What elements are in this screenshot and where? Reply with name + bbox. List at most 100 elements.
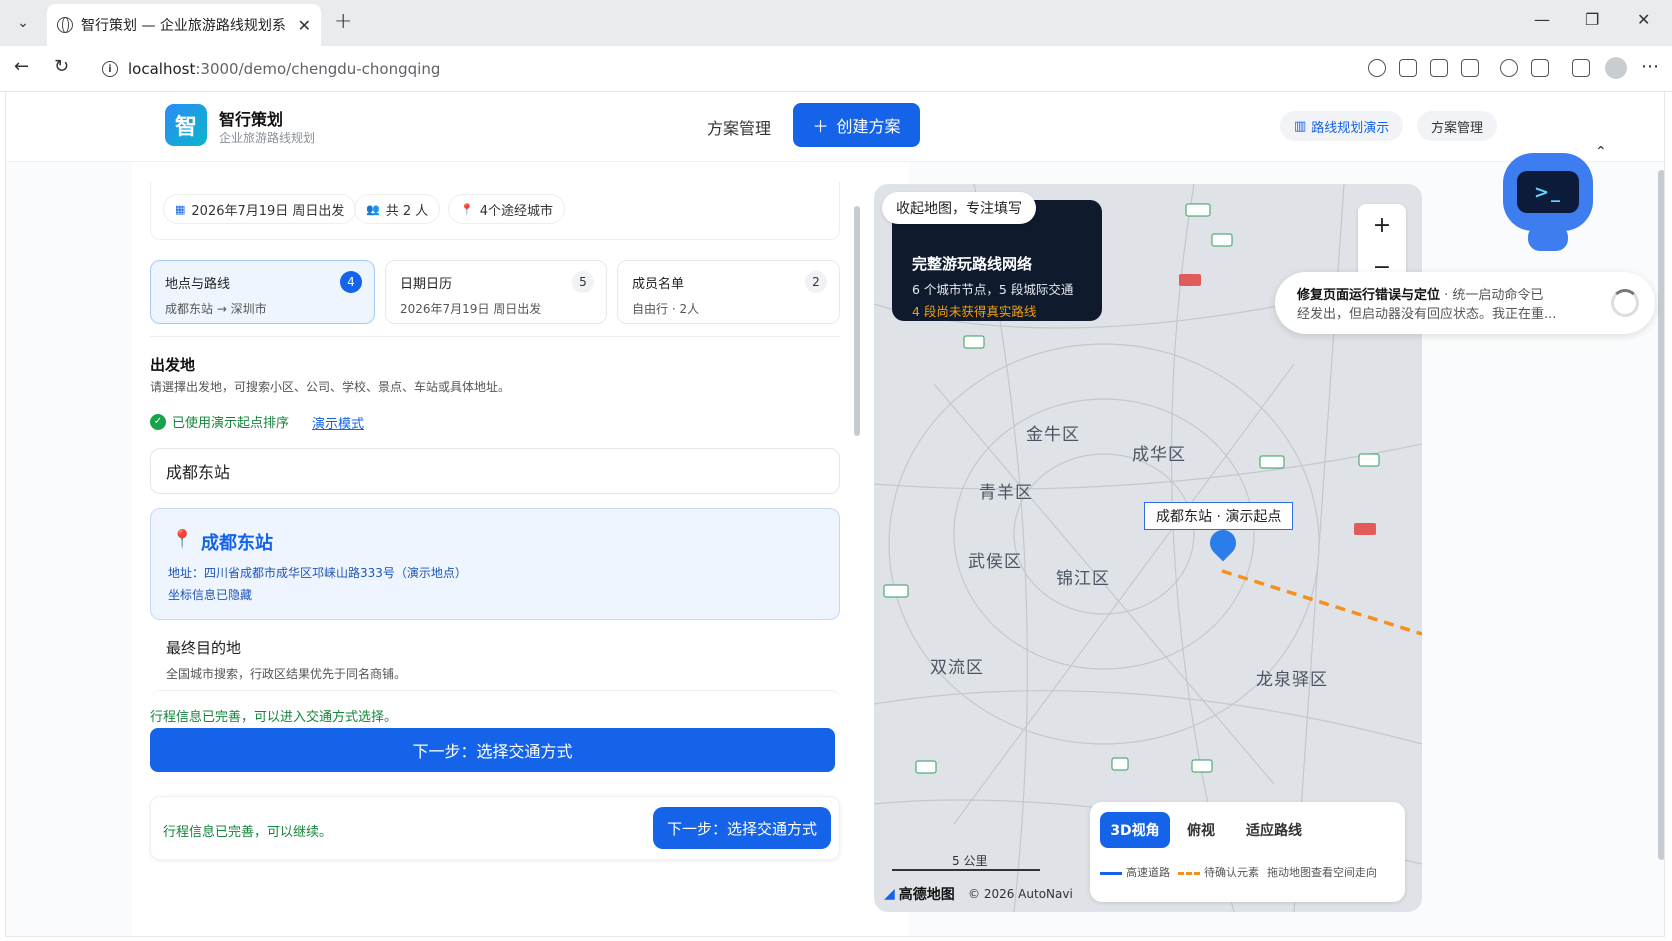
puzzle-icon[interactable] bbox=[1531, 59, 1549, 77]
legend-hint: 拖动地图查看空间走向 bbox=[1267, 866, 1377, 879]
location-icon[interactable] bbox=[1368, 59, 1386, 77]
date-chip[interactable]: ▦ 2026年7月19日 周日出发 bbox=[163, 194, 357, 224]
map-legend: 高速道路 待确认元素 拖动地图查看空间走向 bbox=[1100, 864, 1377, 880]
step-subtitle: 成都东站 → 深圳市 bbox=[165, 302, 267, 316]
reader-icon[interactable] bbox=[1430, 59, 1448, 77]
place-address: 地址：四川省成都市成华区邛崃山路333号（演示地点） bbox=[168, 566, 467, 580]
date-chip-label: 2026年7月19日 周日出发 bbox=[191, 203, 345, 219]
new-tab-plus-icon[interactable]: + bbox=[334, 9, 352, 34]
district-label: 青羊区 bbox=[979, 483, 1033, 503]
origin-section-title: 出发地 bbox=[150, 356, 196, 374]
selected-origin-card[interactable]: 📍 成都东站 地址：四川省成都市成华区邛崃山路333号（演示地点） 坐标信息已隐… bbox=[150, 508, 840, 620]
robot-face: >_ bbox=[1517, 171, 1579, 213]
tab-close-icon[interactable]: ✕ bbox=[298, 16, 311, 35]
amap-arrow-icon: ◢ bbox=[884, 886, 895, 902]
favorite-star-icon[interactable] bbox=[1461, 59, 1479, 77]
more-menu-icon[interactable]: ⋯ bbox=[1641, 56, 1659, 77]
brand-subtitle: 企业旅游路线规划 bbox=[219, 131, 316, 145]
browser-tabbar: ⌄ 智行策划 — 企业旅游路线规划系统 ✕ + — ❐ ✕ bbox=[0, 0, 1672, 46]
map-scale-bar bbox=[892, 869, 1040, 871]
destination-title: 最终目的地 bbox=[166, 639, 242, 657]
location-pin-icon: 📍 bbox=[171, 529, 194, 550]
view-3d-button[interactable]: 3D视角 bbox=[1100, 812, 1170, 848]
district-label: 成华区 bbox=[1132, 445, 1186, 465]
tab-list-chevron-icon[interactable]: ⌄ bbox=[8, 8, 38, 38]
place-coordinates-note: 坐标信息已隐藏 bbox=[168, 588, 253, 602]
step-title: 日期日历 bbox=[400, 277, 453, 292]
step-count-badge: 2 bbox=[805, 271, 827, 293]
destination-card-edge bbox=[150, 690, 840, 700]
plus-icon: ＋ bbox=[812, 117, 829, 136]
step-card-members[interactable]: 成员名单 自由行 · 2人 2 bbox=[617, 260, 840, 324]
zoom-in-button[interactable]: + bbox=[1358, 206, 1406, 244]
browser-tab-active[interactable]: 智行策划 — 企业旅游路线规划系统 ✕ bbox=[47, 4, 321, 46]
step-card-locations[interactable]: 地点与路线 成都东站 → 深圳市 4 bbox=[150, 260, 375, 324]
origin-map-tag[interactable]: 成都东站 · 演示起点 bbox=[1144, 502, 1294, 530]
page-scrollbar[interactable] bbox=[1658, 170, 1664, 860]
district-label: 龙泉驿区 bbox=[1256, 670, 1328, 690]
assistant-robot[interactable]: >_ bbox=[1503, 153, 1593, 257]
profile-avatar-icon[interactable] bbox=[1605, 57, 1627, 79]
next-step-button[interactable]: 下一步：选择交通方式 bbox=[150, 728, 835, 772]
trip-form-panel: ▦ 2026年7月19日 周日出发 👥 共 2 人 📍 4个途经城市 地点与路线… bbox=[132, 162, 909, 936]
destination-desc: 全国城市搜索，行政区结果优先于同名商铺。 bbox=[166, 667, 407, 681]
robot-body-icon bbox=[1528, 225, 1568, 251]
demo-mode-link[interactable]: 演示模式 bbox=[312, 413, 364, 432]
app-viewport: 智 智行策划 企业旅游路线规划 方案管理 ＋ 创建方案 ▥ 路线规划演示 方案管… bbox=[5, 92, 1665, 937]
assistant-status-toast[interactable]: 修复页面运行错误与定位 · 统一启动命令已 经发出，但启动器没有回应状态。我正在… bbox=[1275, 272, 1655, 334]
reload-icon[interactable]: ↻ bbox=[54, 56, 69, 77]
extension-icon[interactable] bbox=[1500, 59, 1518, 77]
app-header: 智 智行策划 企业旅游路线规划 方案管理 ＋ 创建方案 ▥ 路线规划演示 方案管… bbox=[6, 92, 1664, 162]
route-demo-pill[interactable]: ▥ 路线规划演示 bbox=[1280, 111, 1404, 141]
origin-search-input[interactable]: 成都东站 bbox=[150, 448, 840, 494]
people-chip-label: 共 2 人 bbox=[385, 203, 429, 219]
window-close-icon[interactable]: ✕ bbox=[1637, 10, 1650, 29]
toast-line-2: 经发出，但启动器没有回应状态。我正在重... bbox=[1297, 307, 1557, 322]
minimize-icon[interactable]: — bbox=[1534, 10, 1550, 29]
fit-route-button[interactable]: 适应路线 bbox=[1234, 812, 1314, 848]
cities-chip[interactable]: 📍 4个途经城市 bbox=[448, 194, 565, 224]
step-title: 地点与路线 bbox=[165, 277, 231, 292]
back-arrow-icon[interactable]: ← bbox=[14, 56, 29, 77]
step-count-badge: 5 bbox=[572, 271, 594, 293]
district-label: 双流区 bbox=[930, 658, 984, 678]
section-divider bbox=[150, 336, 840, 337]
step-count-badge: 4 bbox=[340, 271, 362, 293]
view-top-button[interactable]: 俯视 bbox=[1176, 812, 1226, 848]
brand-logo[interactable]: 智 bbox=[165, 104, 207, 146]
globe-icon bbox=[57, 17, 73, 33]
map-copyright: © 2026 AutoNavi bbox=[968, 887, 1073, 901]
browser-addressbar: ← ↻ i localhost:3000/demo/chengdu-chongq… bbox=[0, 46, 1672, 92]
step-subtitle: 2026年7月19日 周日出发 bbox=[400, 302, 542, 316]
translate-icon[interactable] bbox=[1399, 59, 1417, 77]
place-name: 成都东站 bbox=[201, 533, 273, 554]
network-summary: 6 个城市节点，5 段城际交通 bbox=[912, 282, 1074, 297]
collapse-caret-icon[interactable]: ⌃ bbox=[1595, 144, 1607, 160]
step-card-calendar[interactable]: 日期日历 2026年7月19日 周日出发 5 bbox=[385, 260, 607, 324]
restore-icon[interactable]: ❐ bbox=[1585, 10, 1599, 29]
network-warning: 4 段尚未获得真实路线 bbox=[912, 304, 1037, 319]
form-complete-message: 行程信息已完善，可以进入交通方式选择。 bbox=[150, 710, 398, 725]
trip-summary-card: ▦ 2026年7月19日 周日出发 👥 共 2 人 📍 4个途经城市 bbox=[150, 182, 840, 240]
create-plan-button[interactable]: ＋ 创建方案 bbox=[793, 103, 920, 147]
sticky-next-step-button[interactable]: 下一步：选择交通方式 bbox=[653, 807, 831, 849]
collapse-map-button[interactable]: 收起地图，专注填写 bbox=[882, 192, 1036, 224]
sticky-status-text: 行程信息已完善，可以继续。 bbox=[163, 825, 333, 840]
plan-management-pill[interactable]: 方案管理 bbox=[1417, 111, 1498, 141]
origin-section-desc: 请選擇出发地，可搜索小区、公司、学校、景点、车站或具体地址。 bbox=[150, 380, 511, 394]
form-scrollbar[interactable] bbox=[854, 206, 860, 436]
map-pin-icon: 📍 bbox=[460, 202, 474, 216]
loading-spinner-icon bbox=[1611, 289, 1639, 317]
step-title: 成员名单 bbox=[632, 277, 685, 292]
site-info-icon[interactable]: i bbox=[102, 61, 118, 77]
sticky-action-bar: 行程信息已完善，可以继续。 下一步：选择交通方式 bbox=[150, 796, 840, 860]
url-field[interactable]: i localhost:3000/demo/chengdu-chongqing bbox=[90, 52, 1400, 86]
step-subtitle: 自由行 · 2人 bbox=[632, 302, 700, 316]
brand-name: 智行策划 bbox=[219, 110, 284, 129]
cities-chip-label: 4个途经城市 bbox=[479, 203, 553, 219]
tab-title: 智行策划 — 企业旅游路线规划系统 bbox=[81, 18, 286, 34]
nav-plan-management[interactable]: 方案管理 bbox=[707, 115, 771, 139]
people-chip[interactable]: 👥 共 2 人 bbox=[354, 194, 441, 224]
favorites-list-icon[interactable] bbox=[1572, 59, 1590, 77]
district-label: 锦江区 bbox=[1056, 569, 1110, 589]
